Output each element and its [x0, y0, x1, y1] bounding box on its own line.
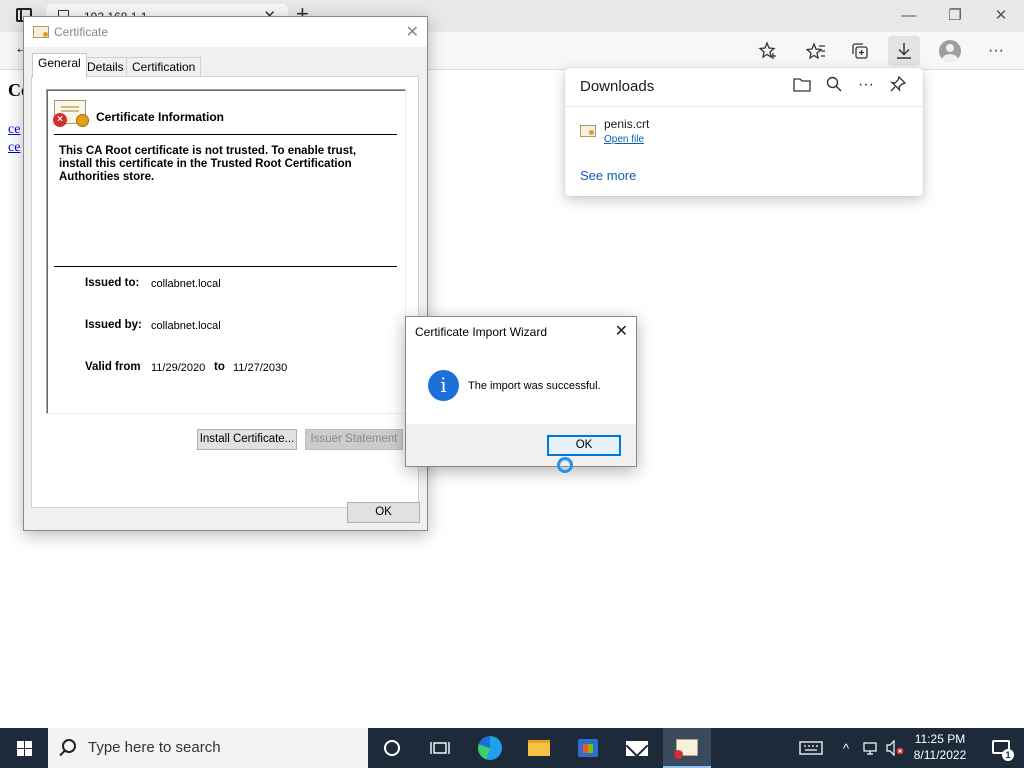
download-icon	[897, 43, 911, 59]
favorites-icon	[806, 42, 825, 60]
clock-time: 11:25 PM	[914, 732, 966, 746]
mail-button[interactable]	[613, 728, 661, 768]
certificate-error-icon: ×	[53, 100, 89, 127]
tray-chevron-icon[interactable]: ^	[836, 728, 856, 768]
import-wizard-dialog: Certificate Import Wizard ✕ i The import…	[405, 316, 637, 467]
certificate-file-icon	[580, 125, 596, 137]
dialog-close-icon[interactable]: ✕	[615, 321, 628, 341]
download-file-name[interactable]: penis.crt	[604, 117, 649, 131]
store-icon	[578, 739, 598, 757]
search-icon	[62, 739, 76, 753]
star-plus-icon	[758, 41, 776, 59]
trust-warning-text: This CA Root certificate is not trusted.…	[59, 145, 357, 183]
certificate-info-title: Certificate Information	[96, 110, 225, 124]
page-link[interactable]: ce	[8, 140, 20, 156]
network-icon[interactable]	[860, 728, 880, 768]
favorites-button[interactable]	[800, 36, 832, 66]
divider	[54, 134, 397, 135]
dialog-titlebar[interactable]: Certificate ✕	[24, 17, 427, 47]
volume-muted-icon[interactable]	[884, 728, 906, 768]
add-favorite-button[interactable]	[752, 36, 784, 66]
collections-icon	[852, 43, 868, 59]
see-more-link[interactable]: See more	[580, 168, 636, 183]
general-tab-panel: × Certificate Information This CA Root c…	[31, 76, 419, 508]
cortana-button[interactable]	[368, 728, 416, 768]
folder-icon	[528, 740, 550, 756]
edge-icon	[478, 736, 502, 760]
folder-icon	[793, 78, 811, 92]
tab-general[interactable]: General	[32, 53, 87, 78]
restore-button[interactable]: ❐	[932, 0, 978, 30]
downloads-panel: Downloads ··· penis.crt Open file See mo…	[565, 68, 923, 196]
collections-button[interactable]	[844, 36, 876, 66]
wizard-ok-button[interactable]: OK	[547, 435, 621, 456]
dialog-title: Certificate	[54, 25, 109, 39]
notifications-button[interactable]: 1	[980, 728, 1024, 768]
tab-certification-path[interactable]: Certification Path	[126, 57, 202, 92]
import-success-message: The import was successful.	[468, 380, 601, 392]
search-downloads-button[interactable]	[822, 76, 846, 98]
dialog-close-icon[interactable]: ✕	[406, 22, 419, 42]
edge-taskbar-button[interactable]	[466, 728, 514, 768]
search-placeholder: Type here to search	[88, 739, 221, 756]
pin-downloads-button[interactable]	[886, 75, 910, 98]
issued-by-value: collabnet.local	[151, 320, 221, 332]
valid-from-label: Valid from	[85, 361, 141, 373]
windows-logo-icon	[17, 741, 32, 756]
certificate-dialog: Certificate ✕ General Details Certificat…	[23, 16, 428, 531]
taskbar-clock[interactable]: 11:25 PM 8/11/2022	[908, 731, 972, 763]
minimize-button[interactable]: —	[886, 0, 932, 30]
store-button[interactable]	[564, 728, 612, 768]
notification-count-badge: 1	[1002, 749, 1014, 761]
page-link[interactable]: ce	[8, 122, 20, 138]
taskbar: Type here to search ^ 11:25 PM 8/11/2022	[0, 728, 1024, 768]
valid-to-value: 11/27/2030	[233, 362, 288, 374]
dialog-footer: OK	[406, 424, 636, 466]
certificate-icon	[33, 26, 49, 38]
window-close-button[interactable]: ✕	[978, 0, 1024, 30]
file-explorer-button[interactable]	[515, 728, 563, 768]
issuer-statement-button[interactable]: Issuer Statement	[305, 429, 403, 450]
issued-by-label: Issued by:	[85, 319, 142, 331]
valid-to-label: to	[214, 361, 225, 373]
certificate-icon	[674, 738, 698, 759]
certificate-info-box: × Certificate Information This CA Root c…	[46, 89, 406, 414]
install-certificate-button[interactable]: Install Certificate...	[197, 429, 297, 450]
clock-date: 8/11/2022	[913, 748, 967, 762]
settings-more-button[interactable]: ···	[980, 36, 1012, 66]
keyboard-icon[interactable]	[796, 728, 826, 768]
divider	[54, 266, 397, 267]
task-view-icon	[430, 742, 450, 754]
issued-to-label: Issued to:	[85, 277, 140, 289]
downloads-button[interactable]	[888, 36, 920, 66]
dialog-ok-button[interactable]: OK	[347, 502, 420, 523]
valid-from-value: 11/29/2020	[151, 362, 206, 374]
mail-icon	[626, 740, 648, 756]
downloads-more-button[interactable]: ···	[854, 76, 878, 98]
cortana-icon	[384, 740, 400, 756]
start-button[interactable]	[0, 728, 48, 768]
dialog-title: Certificate Import Wizard	[415, 325, 548, 339]
certificate-taskbar-button[interactable]	[663, 728, 711, 768]
issued-to-value: collabnet.local	[151, 278, 221, 290]
tab-details[interactable]: Details	[81, 57, 130, 77]
busy-cursor-icon	[557, 457, 573, 473]
pin-icon	[890, 75, 907, 92]
task-view-button[interactable]	[416, 728, 464, 768]
taskbar-search-box[interactable]: Type here to search	[48, 728, 368, 768]
divider	[565, 106, 923, 107]
downloads-title: Downloads	[580, 78, 655, 95]
search-icon	[826, 76, 842, 92]
info-icon: i	[428, 370, 459, 401]
profile-avatar[interactable]	[939, 40, 961, 62]
open-file-link[interactable]: Open file	[604, 134, 644, 145]
open-downloads-folder-button[interactable]	[790, 76, 814, 98]
